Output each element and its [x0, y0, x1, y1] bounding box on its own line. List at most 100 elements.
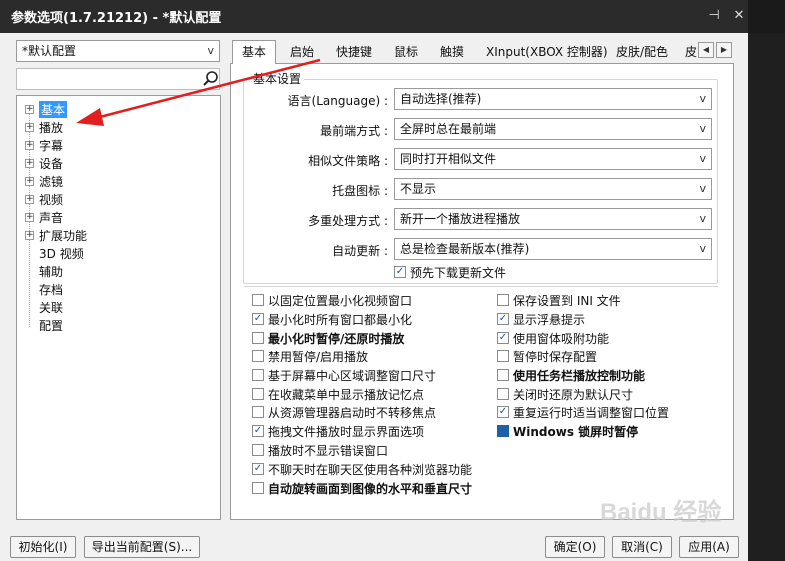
tree-item-3d-video[interactable]: 3D 视频 [39, 244, 84, 262]
checkbox-box[interactable] [497, 350, 509, 362]
option-taskbar-controls[interactable]: 使用任务栏播放控制功能 [497, 367, 645, 383]
similar-files-label: 相似文件策略 : [308, 154, 388, 168]
init-button[interactable]: 初始化(I) [10, 536, 76, 558]
checkbox-box[interactable] [252, 388, 264, 400]
checkbox-box[interactable] [252, 350, 264, 362]
tab-touch[interactable]: 触摸 [440, 42, 464, 63]
tab-xinput[interactable]: XInput(XBOX 控制器) [486, 42, 608, 63]
tab-scroll-right-icon[interactable]: ▶ [716, 42, 732, 58]
tab-mouse[interactable]: 鼠标 [394, 42, 418, 63]
option-no-focus-steal[interactable]: 从资源管理器启动时不转移焦点 [252, 404, 436, 420]
window-title: 参数选项(1.7.21212) - *默认配置 [11, 11, 222, 26]
tab-hotkeys[interactable]: 快捷键 [336, 42, 372, 63]
expand-icon[interactable]: + [25, 176, 34, 186]
tree-item-archive[interactable]: 存档 [39, 280, 63, 298]
option-save-ini[interactable]: 保存设置到 INI 文件 [497, 292, 621, 308]
checkbox-box[interactable] [252, 463, 264, 475]
predownload-checkbox[interactable]: 预先下载更新文件 [394, 264, 506, 280]
tab-basic[interactable]: 基本 [232, 40, 277, 64]
tab-skin[interactable]: 皮肤/配色 [616, 42, 668, 63]
option-no-error-window[interactable]: 播放时不显示错误窗口 [252, 442, 388, 458]
export-config-button[interactable]: 导出当前配置(S)... [84, 536, 200, 558]
group-title: 基本设置 [250, 70, 305, 87]
tree-item-label: 存档 [39, 282, 64, 297]
topmost-select[interactable]: 全屏时总在最前端 v [394, 118, 712, 140]
tree-item-basic[interactable]: + 基本 [17, 100, 68, 118]
checkbox-label: 拖拽文件播放时显示界面选项 [268, 424, 425, 439]
tree-item-audio[interactable]: + 声音 [17, 208, 63, 226]
search-icon[interactable] [202, 70, 220, 88]
option-minimize-all[interactable]: 最小化时所有窗口都最小化 [252, 311, 412, 327]
tree-item-config[interactable]: 配置 [39, 316, 63, 334]
checkbox-box[interactable] [252, 313, 264, 325]
option-save-on-pause[interactable]: 暂停时保存配置 [497, 348, 597, 364]
tree-item-playback[interactable]: + 播放 [17, 118, 63, 136]
option-disable-pause[interactable]: 禁用暂停/启用播放 [252, 348, 368, 364]
expand-icon[interactable]: + [25, 230, 34, 240]
option-favorites-bookmarks[interactable]: 在收藏菜单中显示播放记忆点 [252, 386, 424, 402]
checkbox-box[interactable] [497, 313, 509, 325]
expand-icon[interactable]: + [25, 104, 34, 114]
profile-select[interactable]: *默认配置 v [16, 40, 220, 62]
language-select[interactable]: 自动选择(推荐) v [394, 88, 712, 110]
option-restore-size[interactable]: 关闭时还原为默认尺寸 [497, 386, 633, 402]
settings-tree[interactable]: + 基本 + 播放 + 字幕 + 设备 + 滤镜 + 视频 + 声音 + 扩展功… [16, 95, 221, 520]
option-lock-pause[interactable]: Windows 锁屏时暂停 [497, 423, 638, 439]
checkbox-box[interactable] [252, 482, 264, 494]
checkbox-box[interactable] [497, 369, 509, 381]
tree-item-assist[interactable]: 辅助 [39, 262, 63, 280]
option-window-snap[interactable]: 使用窗体吸附功能 [497, 330, 609, 346]
checkbox-label: 使用任务栏播放控制功能 [513, 368, 646, 383]
checkbox-box[interactable] [252, 369, 264, 381]
apply-button[interactable]: 应用(A) [679, 536, 739, 558]
checkbox-box[interactable] [252, 332, 264, 344]
expand-icon[interactable]: + [25, 122, 34, 132]
tree-item-filters[interactable]: + 滤镜 [17, 172, 63, 190]
tab-startup[interactable]: 启始 [290, 42, 314, 63]
option-center-resize[interactable]: 基于屏幕中心区域调整窗口尺寸 [252, 367, 436, 383]
tree-item-devices[interactable]: + 设备 [17, 154, 63, 172]
checkbox-box[interactable] [497, 332, 509, 344]
checkbox-box[interactable] [394, 266, 406, 278]
multi-process-select[interactable]: 新开一个播放进程播放 v [394, 208, 712, 230]
expand-icon[interactable]: + [25, 140, 34, 150]
close-icon[interactable]: ✕ [731, 8, 747, 24]
checkbox-box[interactable] [497, 406, 509, 418]
tree-item-label: 声音 [39, 210, 64, 225]
ok-button[interactable]: 确定(O) [545, 536, 605, 558]
checkbox-box[interactable] [252, 444, 264, 456]
expand-icon[interactable]: + [25, 194, 34, 204]
checkbox-box[interactable] [252, 425, 264, 437]
tree-item-association[interactable]: 关联 [39, 298, 63, 316]
tray-icon-select[interactable]: 不显示 v [394, 178, 712, 200]
option-fixed-minimize[interactable]: 以固定位置最小化视频窗口 [252, 292, 412, 308]
checkbox-box[interactable] [497, 425, 509, 437]
option-drag-show-ui[interactable]: 拖拽文件播放时显示界面选项 [252, 423, 424, 439]
search-input[interactable] [16, 68, 220, 90]
pin-icon[interactable]: ⊣ [706, 8, 722, 24]
tab-scroll-left-icon[interactable]: ◀ [698, 42, 714, 58]
tree-item-label: 辅助 [39, 264, 64, 279]
expand-icon[interactable]: + [25, 212, 34, 222]
option-tooltips[interactable]: 显示浮悬提示 [497, 311, 585, 327]
similar-files-select[interactable]: 同时打开相似文件 v [394, 148, 712, 170]
tree-item-subtitles[interactable]: + 字幕 [17, 136, 63, 154]
option-minimize-pause[interactable]: 最小化时暂停/还原时播放 [252, 330, 404, 346]
chevron-down-icon: v [207, 44, 214, 57]
auto-update-select[interactable]: 总是检查最新版本(推荐) v [394, 238, 712, 260]
checkbox-box[interactable] [497, 294, 509, 306]
option-auto-rotate[interactable]: 自动旋转画面到图像的水平和垂直尺寸 [252, 480, 472, 496]
cancel-button[interactable]: 取消(C) [612, 536, 672, 558]
checkbox-label: Windows 锁屏时暂停 [513, 424, 639, 439]
tree-item-extensions[interactable]: + 扩展功能 [17, 226, 87, 244]
tree-item-video[interactable]: + 视频 [17, 190, 63, 208]
tab-more[interactable]: 皮 [685, 42, 697, 63]
chevron-down-icon: v [699, 242, 706, 255]
option-chat-browser[interactable]: 不聊天时在聊天区使用各种浏览器功能 [252, 461, 472, 477]
checkbox-box[interactable] [497, 388, 509, 400]
expand-icon[interactable]: + [25, 158, 34, 168]
checkbox-box[interactable] [252, 294, 264, 306]
checkbox-box[interactable] [252, 406, 264, 418]
option-adjust-position[interactable]: 重复运行时适当调整窗口位置 [497, 404, 669, 420]
checkbox-label: 基于屏幕中心区域调整窗口尺寸 [268, 368, 437, 383]
